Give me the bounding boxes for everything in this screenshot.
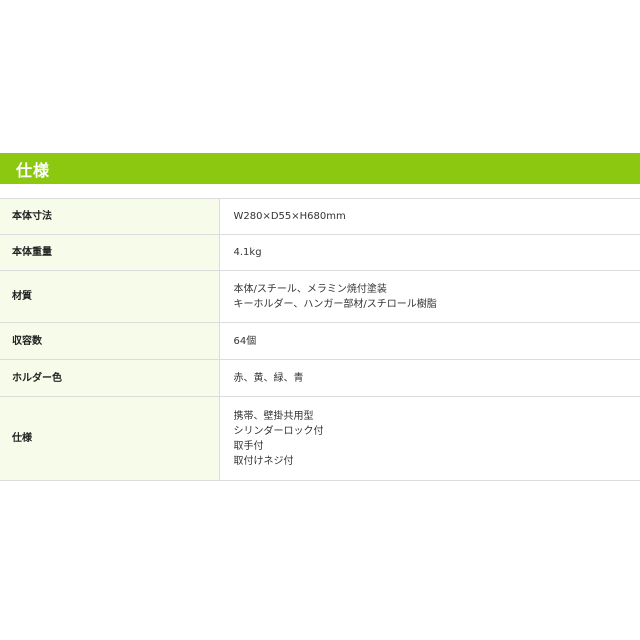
spec-label: ホルダー色	[0, 359, 220, 397]
spec-row-specification: 仕様 携帯、壁掛共用型 シリンダーロック付 取手付 取付けネジ付	[0, 396, 640, 481]
spec-section-header: 仕様	[0, 153, 640, 184]
spec-value-line: シリンダーロック付	[233, 425, 324, 437]
spec-label: 収容数	[0, 322, 220, 360]
spec-label: 仕様	[0, 396, 220, 481]
spec-value: 64個	[219, 322, 640, 360]
spec-value-line: 携帯、壁掛共用型	[233, 410, 314, 422]
spec-table: 本体寸法 W280×D55×H680mm 本体重量 4.1kg 材質 本体/スチ…	[0, 198, 640, 481]
spec-value-line: 取付けネジ付	[233, 455, 294, 467]
spec-value-line: 64個	[233, 335, 257, 347]
spec-value: 本体/スチール、メラミン焼付塗装 キーホルダー、ハンガー部材/スチロール樹脂	[219, 270, 640, 323]
spec-value-line: W280×D55×H680mm	[233, 211, 346, 222]
spec-row-holder-color: ホルダー色 赤、黄、緑、青	[0, 359, 640, 397]
spec-value: 赤、黄、緑、青	[219, 359, 640, 397]
spec-section: 仕様 本体寸法 W280×D55×H680mm 本体重量 4.1kg 材質 本体…	[0, 153, 640, 481]
spec-label: 本体寸法	[0, 198, 220, 235]
spec-value-line: 4.1kg	[233, 247, 262, 258]
spec-row-capacity: 収容数 64個	[0, 322, 640, 360]
spec-value-line: 赤、黄、緑、青	[233, 372, 304, 384]
spec-value-line: 取手付	[233, 440, 264, 452]
spec-value: W280×D55×H680mm	[219, 198, 640, 235]
spec-value-line: キーホルダー、ハンガー部材/スチロール樹脂	[233, 298, 437, 310]
spec-label: 本体重量	[0, 234, 220, 271]
spec-row-weight: 本体重量 4.1kg	[0, 234, 640, 271]
spec-section-title: 仕様	[16, 160, 51, 180]
spec-row-material: 材質 本体/スチール、メラミン焼付塗装 キーホルダー、ハンガー部材/スチロール樹…	[0, 270, 640, 323]
spec-value: 携帯、壁掛共用型 シリンダーロック付 取手付 取付けネジ付	[219, 396, 640, 481]
spec-row-dimensions: 本体寸法 W280×D55×H680mm	[0, 198, 640, 235]
spec-value: 4.1kg	[219, 234, 640, 271]
spec-value-line: 本体/スチール、メラミン焼付塗装	[233, 283, 387, 295]
spec-label: 材質	[0, 270, 220, 323]
